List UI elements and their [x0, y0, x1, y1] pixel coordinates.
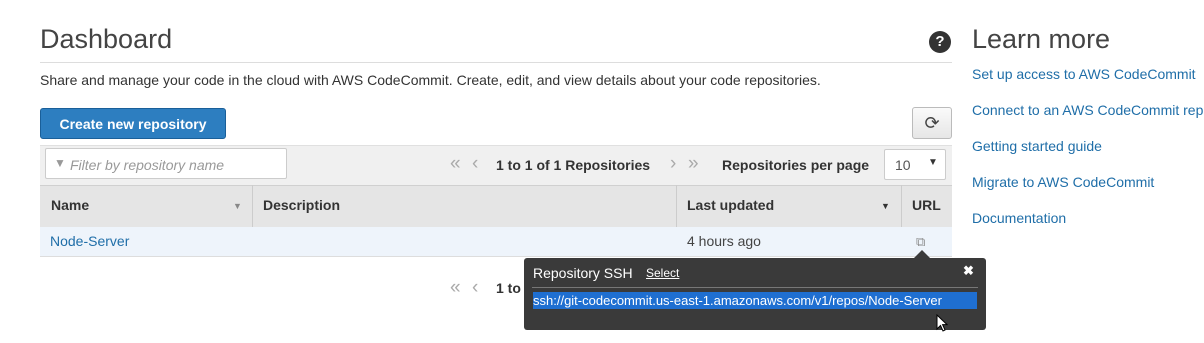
title-divider [40, 62, 952, 63]
popup-select-link[interactable]: Select [646, 266, 679, 280]
prev-page-icon[interactable]: ‹ [472, 277, 478, 299]
link-connect[interactable]: Connect to an AWS CodeCommit rep [972, 102, 1203, 118]
table-header [40, 185, 952, 229]
ssh-url-field[interactable]: ssh://git-codecommit.us-east-1.amazonaws… [533, 292, 977, 309]
chevron-down-icon: ▼ [928, 157, 938, 168]
table-row[interactable] [40, 227, 952, 257]
filter-icon: ▼ [54, 156, 66, 170]
help-icon[interactable]: ? [929, 31, 951, 53]
column-divider [676, 185, 677, 227]
first-page-icon[interactable]: « [450, 277, 461, 299]
column-last-updated-header[interactable]: Last updated [687, 197, 774, 213]
link-setup-access[interactable]: Set up access to AWS CodeCommit [972, 66, 1196, 82]
filter-input[interactable] [68, 154, 282, 175]
link-documentation[interactable]: Documentation [972, 210, 1066, 226]
pagination-text-bottom: 1 to [496, 280, 521, 296]
refresh-button[interactable]: ⟳ [912, 107, 952, 139]
column-name-header[interactable]: Name [51, 197, 89, 213]
column-divider [901, 185, 902, 227]
per-page-value: 10 [895, 157, 911, 173]
per-page-select[interactable]: 10 ▼ [884, 149, 946, 180]
first-page-icon[interactable]: « [450, 153, 461, 175]
per-page-label: Repositories per page [722, 157, 870, 173]
popup-divider [532, 287, 978, 288]
next-page-icon[interactable]: › [670, 153, 676, 175]
column-description-header[interactable]: Description [263, 197, 340, 213]
page-description: Share and manage your code in the cloud … [40, 72, 821, 88]
repository-name-link[interactable]: Node-Server [50, 233, 129, 249]
prev-page-icon[interactable]: ‹ [472, 153, 478, 175]
copy-url-icon[interactable]: ⧉ [916, 234, 930, 249]
learn-more-title: Learn more [972, 24, 1111, 54]
pagination-text: 1 to 1 of 1 Repositories [496, 157, 651, 173]
page-title: Dashboard [40, 24, 173, 54]
link-getting-started[interactable]: Getting started guide [972, 138, 1102, 154]
refresh-icon: ⟳ [924, 113, 940, 133]
popup-arrow [914, 250, 930, 258]
column-url-header: URL [912, 197, 941, 213]
create-repository-button[interactable]: Create new repository [40, 108, 226, 139]
sort-caret-icon[interactable]: ▼ [881, 201, 890, 211]
column-divider [252, 185, 253, 227]
popup-title: Repository SSH [533, 265, 633, 281]
filter-box[interactable]: ▼ [45, 148, 287, 179]
link-migrate[interactable]: Migrate to AWS CodeCommit [972, 174, 1154, 190]
mouse-cursor-icon [936, 314, 948, 332]
close-icon[interactable]: ✖ [963, 263, 974, 279]
last-updated-cell: 4 hours ago [687, 233, 761, 249]
sort-caret-icon[interactable]: ▼ [233, 201, 242, 211]
last-page-icon[interactable]: » [688, 153, 699, 175]
